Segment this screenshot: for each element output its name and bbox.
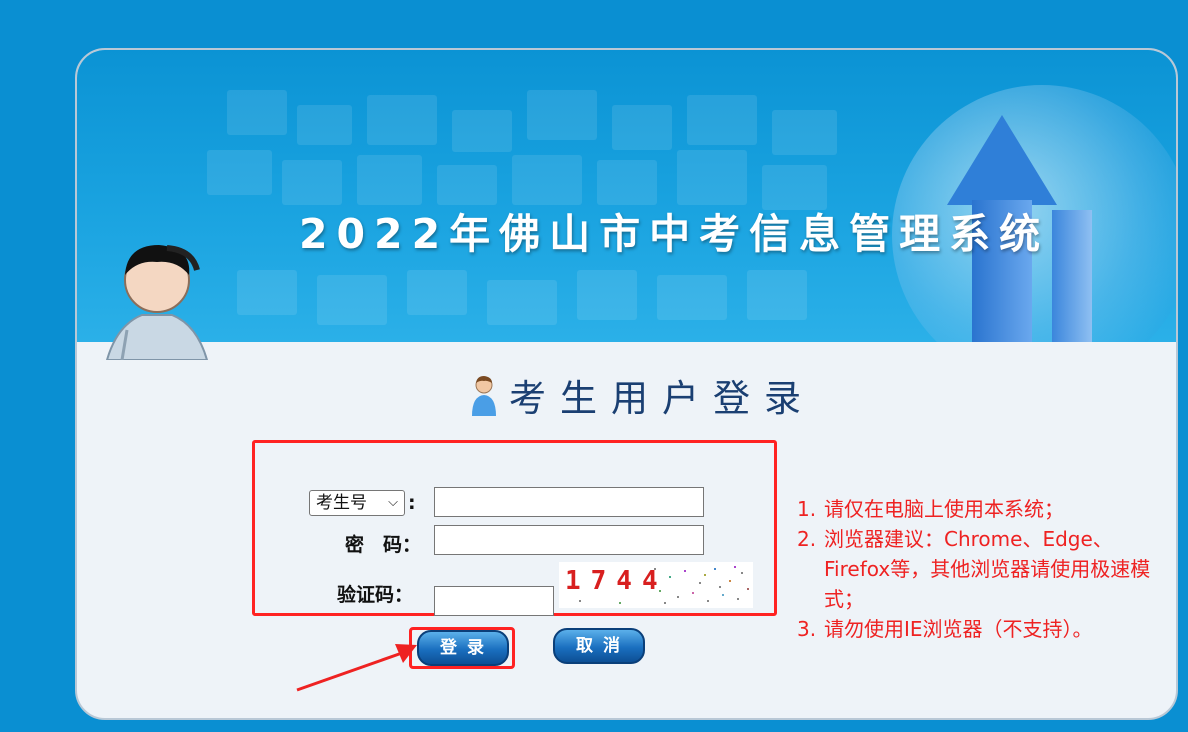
id-type-select[interactable]: 考生号 ⌵: [309, 490, 405, 516]
password-label: 密 码：: [345, 534, 422, 556]
login-panel: 2022年佛山市中考信息管理系统 考生用户登录 考生号 ⌵ : 密 码： 验证码…: [75, 48, 1178, 720]
header-banner: 2022年佛山市中考信息管理系统: [77, 50, 1176, 342]
annotation-arrow-icon: [296, 644, 417, 692]
system-title: 2022年佛山市中考信息管理系统: [299, 210, 1050, 258]
notice-item: 1. 请仅在电脑上使用本系统；: [797, 497, 1064, 521]
notice-item: 3. 请勿使用IE浏览器（不支持）。: [797, 617, 1093, 641]
password-input[interactable]: [434, 525, 704, 555]
notice-list: 1. 请仅在电脑上使用本系统； 2. 浏览器建议：Chrome、Edge、Fir…: [797, 494, 1169, 644]
chevron-down-icon: ⌵: [388, 495, 398, 510]
student-user-icon: [472, 376, 496, 416]
arrow-graphic: [947, 115, 1057, 205]
user-avatar-icon: [105, 245, 209, 360]
captcha-code: 1744: [565, 566, 668, 596]
id-type-colon: :: [408, 492, 416, 514]
captcha-input[interactable]: [434, 586, 554, 616]
student-id-input[interactable]: [434, 487, 704, 517]
captcha-image[interactable]: 1744: [559, 562, 753, 608]
login-heading-text: 考生用户登录: [509, 377, 815, 420]
login-heading: 考生用户登录: [469, 368, 815, 422]
id-type-select-value: 考生号: [316, 493, 367, 513]
cancel-button[interactable]: 取消: [553, 628, 645, 664]
captcha-label: 验证码：: [337, 584, 414, 606]
notice-item: 2. 浏览器建议：Chrome、Edge、Firefox等，其他浏览器请使用极速…: [797, 527, 1151, 611]
